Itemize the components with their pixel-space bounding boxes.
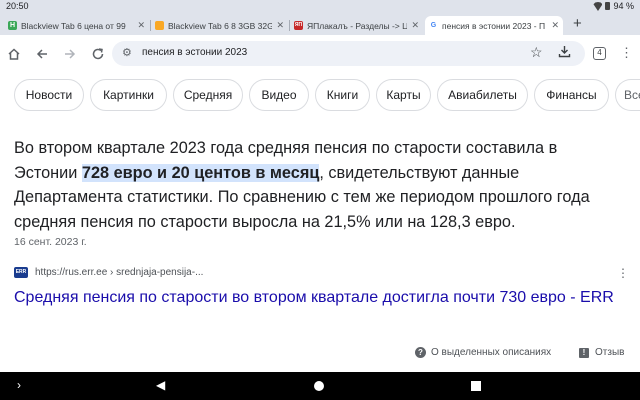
chevron-right-icon[interactable]: › xyxy=(17,378,21,392)
chip-news[interactable]: Новости xyxy=(14,79,84,111)
tab-switcher-button[interactable]: 4 xyxy=(593,47,606,60)
battery-icon xyxy=(605,2,611,10)
back-triangle-icon[interactable]: ◀ xyxy=(156,378,165,392)
back-arrow-icon[interactable] xyxy=(32,44,52,64)
google-icon: G xyxy=(429,21,438,30)
new-tab-button[interactable]: + xyxy=(573,15,582,32)
snippet-text: Во втором квартале 2023 года средняя пен… xyxy=(14,136,622,234)
more-menu-icon[interactable]: ⋮ xyxy=(620,45,633,61)
home-button-icon[interactable] xyxy=(314,381,324,391)
home-icon[interactable] xyxy=(4,44,24,64)
snippet-date: 16 сент. 2023 г. xyxy=(14,236,87,248)
chip-finance[interactable]: Финансы xyxy=(534,79,609,111)
download-icon[interactable] xyxy=(558,45,571,61)
chip-flights[interactable]: Авиабилеты xyxy=(437,79,528,111)
feedback-button[interactable]: ! Отзыв xyxy=(579,347,624,358)
tab-2[interactable]: Blackview Tab 6 8 3GB 32GB ✕ xyxy=(151,16,288,35)
tab-favicon-icon: H xyxy=(8,21,17,30)
forward-arrow-icon[interactable] xyxy=(60,44,80,64)
close-icon[interactable]: ✕ xyxy=(276,20,284,31)
chip-books[interactable]: Книги xyxy=(315,79,370,111)
result-source[interactable]: ERR https://rus.err.ee › srednjaja-pensi… xyxy=(14,267,203,278)
system-navigation-bar: › ◀ xyxy=(0,372,640,400)
tab-title: ЯПлакалъ - Разделы -> Ци xyxy=(307,20,408,31)
about-snippets-button[interactable]: ? О выделенных описаниях xyxy=(415,347,551,358)
wifi-icon xyxy=(593,2,602,10)
tab-favicon-icon xyxy=(155,21,164,30)
status-bar: 20:50 94 % xyxy=(0,0,640,13)
address-bar[interactable]: ⚙ пенсия в эстонии 2023 ☆ xyxy=(112,41,585,66)
tab-4-active[interactable]: G пенсия в эстонии 2023 - П ✕ xyxy=(425,16,563,35)
err-logo-icon: ERR xyxy=(14,267,28,278)
reload-icon[interactable] xyxy=(88,44,108,64)
result-title-link[interactable]: Средняя пенсия по старости во втором ква… xyxy=(14,287,624,309)
tab-title: пенсия в эстонии 2023 - П xyxy=(442,20,546,31)
battery-level: 94 % xyxy=(613,1,634,11)
tab-title: Blackview Tab 6 цена от 99 xyxy=(21,20,126,31)
close-icon[interactable]: ✕ xyxy=(551,20,559,31)
featured-snippet: Во втором квартале 2023 года средняя пен… xyxy=(0,120,640,372)
browser-toolbar: ⚙ пенсия в эстонии 2023 ☆ 4 ⋮ xyxy=(0,35,640,73)
feedback-icon: ! xyxy=(579,347,589,358)
tab-3[interactable]: ЯП ЯПлакалъ - Разделы -> Ци ✕ xyxy=(290,16,423,35)
help-icon: ? xyxy=(415,347,426,358)
recents-button-icon[interactable] xyxy=(471,381,481,391)
status-time: 20:50 xyxy=(6,1,29,11)
chip-average[interactable]: Средняя xyxy=(173,79,243,111)
result-more-icon[interactable]: ⋮ xyxy=(617,266,629,280)
chip-video[interactable]: Видео xyxy=(249,79,309,111)
close-icon[interactable]: ✕ xyxy=(137,20,145,31)
feedback-label: Отзыв xyxy=(595,347,625,358)
about-snippets-label: О выделенных описаниях xyxy=(431,347,552,358)
search-filter-chips: Новости Картинки Средняя Видео Книги Кар… xyxy=(0,73,640,118)
snippet-footer: ? О выделенных описаниях ! Отзыв xyxy=(0,345,640,363)
snippet-highlight: 728 евро и 20 центов в месяц xyxy=(81,163,320,182)
tab-strip: H Blackview Tab 6 цена от 99 ✕ Blackview… xyxy=(0,13,640,35)
chip-images[interactable]: Картинки xyxy=(90,79,167,111)
tab-1[interactable]: H Blackview Tab 6 цена от 99 ✕ xyxy=(4,16,149,35)
close-icon[interactable]: ✕ xyxy=(411,20,419,31)
bookmark-star-icon[interactable]: ☆ xyxy=(530,44,543,61)
chip-maps[interactable]: Карты xyxy=(376,79,431,111)
url-text[interactable]: пенсия в эстонии 2023 xyxy=(142,47,247,58)
site-settings-icon[interactable]: ⚙ xyxy=(122,46,132,59)
chip-all[interactable]: Все xyxy=(615,79,640,111)
status-icons: 94 % xyxy=(593,1,634,11)
source-url[interactable]: https://rus.err.ee › srednjaja-pensija-.… xyxy=(35,267,203,278)
tab-favicon-icon: ЯП xyxy=(294,21,303,30)
tab-title: Blackview Tab 6 8 3GB 32GB xyxy=(168,20,273,31)
